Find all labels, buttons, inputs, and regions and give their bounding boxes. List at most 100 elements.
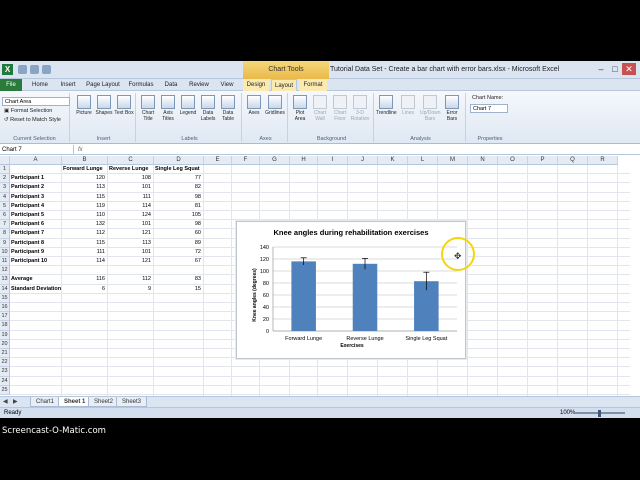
column-header-q[interactable]: Q xyxy=(558,156,588,165)
row-header-22[interactable]: 22 xyxy=(0,358,10,368)
row-header-10[interactable]: 10 xyxy=(0,247,10,257)
cell[interactable]: 72 xyxy=(155,248,203,257)
tab-insert[interactable]: Insert xyxy=(56,79,80,91)
cell[interactable]: 114 xyxy=(63,257,107,266)
row-header-11[interactable]: 11 xyxy=(0,257,10,267)
chart-name-input[interactable]: Chart 7 xyxy=(470,104,508,113)
save-icon[interactable] xyxy=(18,65,27,74)
bar[interactable] xyxy=(291,261,316,331)
cell[interactable]: Average xyxy=(11,275,61,284)
cell[interactable]: 105 xyxy=(155,211,203,220)
cell[interactable]: 82 xyxy=(155,183,203,192)
column-header-r[interactable]: R xyxy=(588,156,618,165)
cell[interactable]: Forward Lunge xyxy=(63,165,107,174)
cell[interactable]: Participant 6 xyxy=(11,220,61,229)
last-sheet-icon[interactable]: ▶ xyxy=(13,398,18,405)
cell[interactable]: 15 xyxy=(155,285,203,294)
tab-formulas[interactable]: Formulas xyxy=(126,79,156,91)
row-header-9[interactable]: 9 xyxy=(0,238,10,248)
zoom-level[interactable]: 100% xyxy=(560,408,575,418)
cell[interactable]: Participant 1 xyxy=(11,174,61,183)
cell[interactable]: 120 xyxy=(63,174,107,183)
cell[interactable]: 113 xyxy=(63,183,107,192)
tab-layout[interactable]: Layout xyxy=(271,79,297,91)
error-bars-button[interactable]: Error Bars xyxy=(442,95,462,122)
column-header-i[interactable]: I xyxy=(318,156,348,165)
row-header-25[interactable]: 25 xyxy=(0,385,10,395)
column-header-g[interactable]: G xyxy=(260,156,290,165)
sheet-tab-sheet3[interactable]: Sheet3 xyxy=(116,397,148,407)
cell[interactable]: 112 xyxy=(109,275,153,284)
cell[interactable]: Participant 2 xyxy=(11,183,61,192)
cell[interactable]: Participant 10 xyxy=(11,257,61,266)
cell[interactable]: 98 xyxy=(155,220,203,229)
cell[interactable]: 110 xyxy=(63,211,107,220)
cell[interactable]: 124 xyxy=(109,211,153,220)
redo-icon[interactable] xyxy=(42,65,51,74)
cell[interactable]: 60 xyxy=(155,229,203,238)
row-header-4[interactable]: 4 xyxy=(0,192,10,202)
cell[interactable]: 101 xyxy=(109,248,153,257)
cell[interactable]: Participant 5 xyxy=(11,211,61,220)
row-header-7[interactable]: 7 xyxy=(0,220,10,230)
row-header-21[interactable]: 21 xyxy=(0,349,10,359)
cell[interactable]: 81 xyxy=(155,202,203,211)
row-header-3[interactable]: 3 xyxy=(0,183,10,193)
row-header-15[interactable]: 15 xyxy=(0,293,10,303)
row-header-5[interactable]: 5 xyxy=(0,201,10,211)
format-selection-button[interactable]: ▣ Format Selection xyxy=(4,108,52,114)
cell[interactable]: Participant 7 xyxy=(11,229,61,238)
cell[interactable]: 112 xyxy=(63,229,107,238)
row-header-12[interactable]: 12 xyxy=(0,266,10,276)
cell[interactable]: 6 xyxy=(63,285,107,294)
legend-button[interactable]: Legend xyxy=(178,95,198,116)
cell[interactable]: 89 xyxy=(155,239,203,248)
cell[interactable]: Participant 3 xyxy=(11,193,61,202)
sheet-tab-chart1[interactable]: Chart1 xyxy=(30,397,61,407)
maximize-icon[interactable]: □ xyxy=(608,63,622,75)
column-header-f[interactable]: F xyxy=(232,156,260,165)
tab-file[interactable]: File xyxy=(0,79,22,91)
column-header-p[interactable]: P xyxy=(528,156,558,165)
row-header-24[interactable]: 24 xyxy=(0,376,10,386)
zoom-thumb[interactable] xyxy=(598,410,601,417)
column-header-l[interactable]: L xyxy=(408,156,438,165)
up-down-bars-button[interactable]: Up/Down Bars xyxy=(420,95,441,122)
chart-floor-button[interactable]: Chart Floor xyxy=(330,95,350,122)
name-box[interactable]: Chart 7 xyxy=(0,145,74,155)
column-header-o[interactable]: O xyxy=(498,156,528,165)
select-all-corner[interactable] xyxy=(0,156,10,165)
row-header-20[interactable]: 20 xyxy=(0,339,10,349)
trendline-button[interactable]: Trendline xyxy=(376,95,397,116)
tab-format[interactable]: Format xyxy=(299,79,327,91)
row-header-8[interactable]: 8 xyxy=(0,229,10,239)
first-sheet-icon[interactable]: ◀ xyxy=(3,398,8,405)
x-axis-title[interactable]: Exercises xyxy=(237,343,467,349)
row-header-23[interactable]: 23 xyxy=(0,367,10,377)
cell[interactable]: 116 xyxy=(63,275,107,284)
cell[interactable]: 132 xyxy=(63,220,107,229)
cell[interactable]: 101 xyxy=(109,183,153,192)
column-header-n[interactable]: N xyxy=(468,156,498,165)
cell[interactable]: Single Leg Squat xyxy=(155,165,203,174)
tab-page-layout[interactable]: Page Layout xyxy=(84,79,122,91)
chart[interactable]: Knee angles during rehabilitation exerci… xyxy=(236,221,466,359)
row-header-14[interactable]: 14 xyxy=(0,284,10,294)
minimize-icon[interactable]: – xyxy=(594,63,608,75)
text-box-button[interactable]: Text Box xyxy=(114,95,134,116)
row-header-6[interactable]: 6 xyxy=(0,211,10,221)
cell[interactable]: 119 xyxy=(63,202,107,211)
column-header-j[interactable]: J xyxy=(348,156,378,165)
cell[interactable]: 113 xyxy=(109,239,153,248)
cell[interactable]: 101 xyxy=(109,220,153,229)
undo-icon[interactable] xyxy=(30,65,39,74)
3d-rotation-button[interactable]: 3-D Rotation xyxy=(350,95,370,122)
row-header-16[interactable]: 16 xyxy=(0,303,10,313)
close-icon[interactable]: ✕ xyxy=(622,63,636,75)
cell[interactable]: 115 xyxy=(63,239,107,248)
cell[interactable]: Standard Deviation xyxy=(11,285,61,294)
tab-design[interactable]: Design xyxy=(243,79,269,91)
row-header-2[interactable]: 2 xyxy=(0,174,10,184)
chart-wall-button[interactable]: Chart Wall xyxy=(310,95,330,122)
reset-style-button[interactable]: ↺ Reset to Match Style xyxy=(4,117,61,123)
